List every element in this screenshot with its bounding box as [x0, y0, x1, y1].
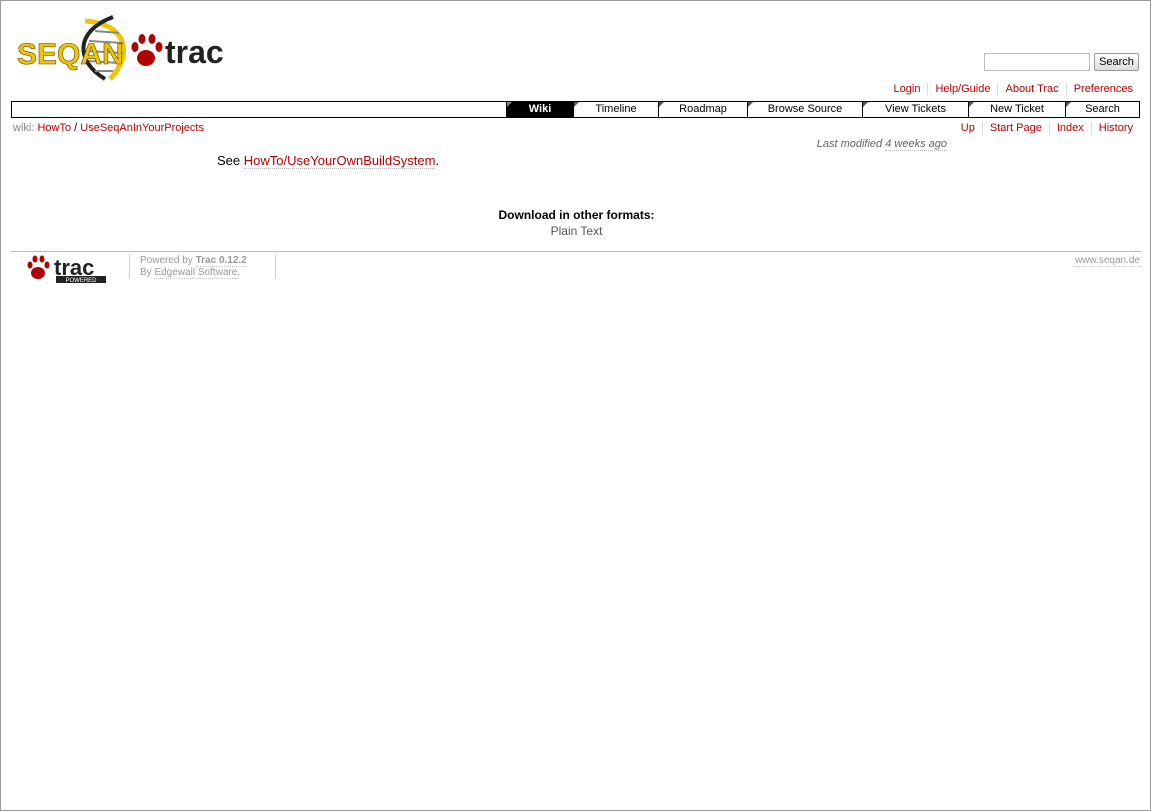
breadcrumb-prefix: wiki:: [13, 122, 35, 134]
powered-prefix: Powered by: [140, 255, 193, 266]
breadcrumb-item-page[interactable]: UseSeqAnInYourProjects: [80, 122, 204, 134]
tab-new-ticket[interactable]: New Ticket: [968, 102, 1065, 117]
seqan-trac-logo[interactable]: SEQAN trac: [15, 13, 230, 83]
context-nav: Up Start Page Index History: [954, 122, 1133, 135]
tab-view-tickets[interactable]: View Tickets: [862, 102, 968, 117]
breadcrumb-separator: /: [74, 122, 78, 134]
search-input[interactable]: [984, 53, 1090, 71]
content-prefix: See: [217, 153, 241, 168]
seqan-site-link[interactable]: www.seqan.de: [1074, 255, 1140, 267]
content-wiki-link[interactable]: HowTo/UseYourOwnBuildSystem: [243, 153, 436, 169]
last-modified-prefix: Last modified: [816, 138, 883, 150]
tab-timeline[interactable]: Timeline: [573, 102, 658, 117]
help-guide-link[interactable]: Help/Guide: [927, 83, 997, 96]
by-suffix: .: [237, 267, 241, 278]
history-link[interactable]: History: [1090, 122, 1133, 135]
about-trac-link[interactable]: About Trac: [997, 83, 1065, 96]
start-page-link[interactable]: Start Page: [981, 122, 1049, 135]
breadcrumb-item-howto[interactable]: HowTo: [37, 122, 71, 134]
footer-separator: [129, 255, 130, 279]
tab-corner: [748, 102, 753, 107]
login-link[interactable]: Login: [887, 83, 928, 96]
tab-wiki[interactable]: Wiki: [506, 102, 573, 117]
tab-corner: [863, 102, 868, 107]
tab-corner: [507, 102, 512, 107]
search-button[interactable]: Search: [1094, 53, 1139, 71]
tab-label: Timeline: [595, 103, 637, 115]
svg-text:trac: trac: [165, 34, 224, 70]
plain-text-link[interactable]: Plain Text: [551, 224, 603, 238]
meta-nav: Login Help/Guide About Trac Preferences: [887, 83, 1133, 96]
trac-version-link[interactable]: Trac 0.12.2: [195, 255, 247, 267]
footer-powered-by: Powered by Trac 0.12.2 By Edgewall Softw…: [140, 255, 247, 279]
by-prefix: By: [140, 267, 152, 278]
download-plain-text-container: Plain Text: [1, 224, 1151, 238]
tab-label: Wiki: [528, 103, 552, 115]
footer-separator: [275, 255, 276, 279]
last-modified: Last modified 4 weeks ago: [816, 138, 947, 151]
svg-text:POWERED: POWERED: [65, 278, 97, 284]
tab-label: New Ticket: [990, 103, 1044, 115]
tab-label: Roadmap: [679, 103, 727, 115]
tab-label: View Tickets: [885, 103, 946, 115]
tab-label: Search: [1085, 103, 1120, 115]
tab-corner: [659, 102, 664, 107]
download-title: Download in other formats:: [498, 208, 655, 222]
tab-browse-source[interactable]: Browse Source: [747, 102, 862, 117]
tab-search[interactable]: Search: [1065, 102, 1139, 117]
tab-corner: [969, 102, 974, 107]
tab-label: Browse Source: [767, 103, 843, 115]
tab-roadmap[interactable]: Roadmap: [658, 102, 747, 117]
up-link[interactable]: Up: [954, 122, 982, 135]
tab-corner: [1066, 102, 1071, 107]
main-nav: Wiki Timeline Roadmap Browse Source View…: [11, 101, 1140, 118]
edgewall-link[interactable]: Edgewall Software: [154, 267, 238, 279]
last-modified-ago-link[interactable]: 4 weeks ago: [885, 138, 947, 151]
tab-corner: [574, 102, 579, 107]
breadcrumb: wiki: HowTo / UseSeqAnInYourProjects: [13, 122, 204, 134]
svg-text:SEQAN: SEQAN: [17, 38, 124, 71]
trac-powered-logo[interactable]: trac POWERED: [25, 255, 109, 285]
footer-divider: [11, 251, 1141, 252]
index-link[interactable]: Index: [1048, 122, 1091, 135]
preferences-link[interactable]: Preferences: [1065, 83, 1133, 96]
content-suffix: .: [435, 153, 440, 168]
wiki-content: See HowTo/UseYourOwnBuildSystem.: [217, 153, 440, 169]
